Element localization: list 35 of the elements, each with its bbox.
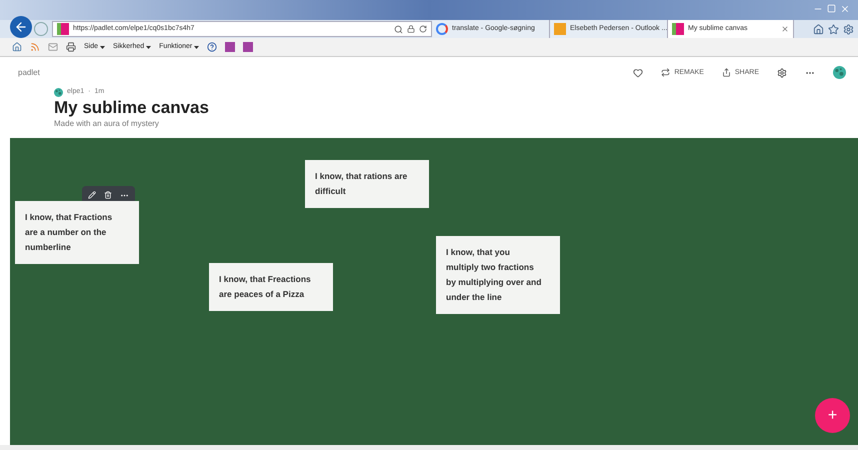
mail-icon[interactable] [48, 42, 58, 52]
search-icon[interactable] [394, 24, 403, 34]
remake-icon [661, 68, 670, 77]
board-title: My sublime canvas [54, 98, 210, 118]
board-subtitle: Made with an aura of mystery [54, 118, 160, 130]
note-card[interactable]: I know, that Fractions are a number on the numberline [15, 201, 139, 264]
caret-icon [146, 46, 152, 48]
avatar-icon [54, 88, 63, 97]
delete-icon[interactable] [104, 191, 112, 199]
note-card[interactable]: I know, that rations are difficult [305, 160, 429, 208]
note-card[interactable]: I know, that you multiply two fractions by multiplying over and under the line [436, 236, 560, 314]
add-post-button[interactable]: + [815, 398, 850, 433]
avatar-icon [833, 66, 846, 79]
back-button[interactable] [10, 16, 32, 38]
padlet-favicon-icon [57, 23, 69, 35]
feed-icon[interactable] [30, 42, 40, 52]
home-icon[interactable] [813, 24, 824, 34]
caret-icon [100, 46, 106, 48]
like-icon[interactable] [633, 68, 644, 78]
note-card[interactable]: I know, that Freactions are peaces of a Pizza [209, 263, 333, 311]
print-icon[interactable] [66, 42, 76, 52]
brand-text[interactable]: padlet [18, 66, 40, 78]
favorites-icon[interactable] [828, 24, 839, 34]
edit-icon[interactable] [88, 191, 96, 199]
home-icon[interactable] [12, 42, 22, 52]
google-favicon-icon [436, 23, 448, 35]
settings-icon[interactable] [843, 24, 854, 34]
share-icon [722, 68, 731, 77]
help-icon[interactable] [207, 42, 218, 52]
caret-icon [194, 46, 200, 48]
lock-icon [407, 25, 415, 33]
refresh-icon[interactable] [419, 25, 427, 33]
close-tab-icon[interactable] [781, 25, 789, 33]
padlet-favicon-icon [672, 23, 684, 35]
settings-icon[interactable] [777, 68, 787, 78]
